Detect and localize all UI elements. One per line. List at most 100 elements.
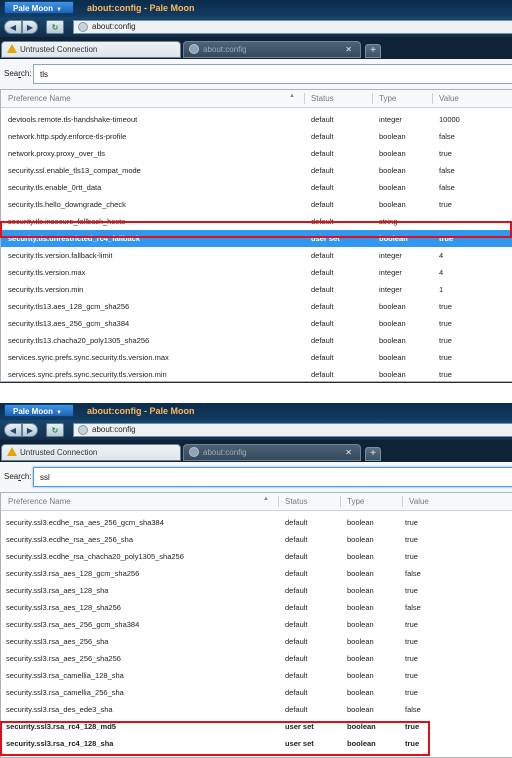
table-row[interactable]: security.ssl.enable_tls13_compat_mode def…	[1, 162, 512, 179]
chevron-down-icon: ▼	[56, 7, 62, 13]
table-row[interactable]: security.ssl3.rsa_camellia_256_sha defaul…	[1, 684, 512, 701]
table-row[interactable]: security.ssl3.rsa_aes_128_gcm_sha256 defa…	[1, 565, 512, 582]
column-header-value[interactable]: Value	[439, 94, 459, 103]
cell-status: default	[285, 620, 308, 629]
column-header-value[interactable]: Value	[409, 497, 429, 506]
table-row[interactable]: services.sync.prefs.sync.security.tls.ve…	[1, 349, 512, 366]
tab-label: Untrusted Connection	[20, 45, 98, 54]
cell-name: security.ssl3.rsa_rc4_128_md5	[6, 722, 116, 731]
cell-name: security.ssl3.rsa_rc4_128_sha	[6, 739, 114, 748]
table-row[interactable]: security.ssl3.rsa_rc4_128_md5 user set boo…	[1, 718, 512, 735]
tab-about-config[interactable]: about:config ✕	[183, 444, 361, 461]
column-header-name[interactable]: Preference Name	[8, 94, 71, 103]
cell-value: 1	[439, 285, 444, 294]
column-divider	[340, 496, 341, 507]
url-bar[interactable]: about:config	[73, 423, 512, 437]
table-row[interactable]: security.ssl3.rsa_aes_256_sha default bool…	[1, 633, 512, 650]
cell-type: boolean	[347, 518, 374, 527]
table-row[interactable]: security.tls13.chacha20_poly1305_sha256 d…	[1, 332, 512, 349]
cell-type: integer	[379, 251, 402, 260]
new-tab-button[interactable]: +	[365, 44, 381, 58]
search-label: Search:	[4, 69, 32, 78]
cell-type: boolean	[347, 603, 374, 612]
table-row[interactable]: security.tls.enable_0rtt_data default bool…	[1, 179, 512, 196]
back-button[interactable]: ◀	[4, 423, 22, 437]
table-header: Preference Name ▲ Status Type Value	[1, 493, 512, 511]
table-row[interactable]: network.http.spdy.enforce-tls-profile def…	[1, 128, 512, 145]
table-row[interactable]: security.tls.insecure_fallback_hosts defa…	[1, 213, 512, 230]
cell-name: services.sync.prefs.sync.security.tls.ve…	[8, 370, 167, 379]
cell-name: security.ssl3.rsa_camellia_128_sha	[6, 671, 124, 680]
close-tab-icon[interactable]: ✕	[345, 445, 352, 461]
tab-strip: Untrusted Connection about:config ✕ +	[0, 37, 512, 59]
tab-strip: Untrusted Connection about:config ✕ +	[0, 440, 512, 462]
cell-value: true	[405, 654, 418, 663]
table-row[interactable]: security.tls13.aes_128_gcm_sha256 default…	[1, 298, 512, 315]
reload-button[interactable]: ↻	[46, 423, 64, 437]
table-row[interactable]: security.ssl3.ecdhe_rsa_aes_256_gcm_sha3…	[1, 514, 512, 531]
table-row[interactable]: security.ssl3.rsa_camellia_128_sha defaul…	[1, 667, 512, 684]
cell-status: default	[285, 518, 308, 527]
cell-type: boolean	[379, 370, 406, 379]
cell-name: security.ssl3.ecdhe_rsa_aes_256_sha	[6, 535, 134, 544]
new-tab-button[interactable]: +	[365, 447, 381, 461]
cell-value: true	[405, 535, 418, 544]
search-input[interactable]	[33, 467, 512, 487]
search-input[interactable]	[33, 64, 512, 84]
warning-icon	[7, 44, 17, 53]
window-title: about:config - Pale Moon	[87, 406, 195, 416]
cell-value: true	[405, 671, 418, 680]
cell-type: boolean	[379, 319, 406, 328]
table-row[interactable]: security.ssl3.rsa_aes_256_sha256 default b…	[1, 650, 512, 667]
table-row[interactable]: services.sync.prefs.sync.security.tls.ve…	[1, 366, 512, 382]
column-header-type[interactable]: Type	[379, 94, 396, 103]
back-button[interactable]: ◀	[4, 20, 22, 34]
column-header-status[interactable]: Status	[285, 497, 308, 506]
cell-type: integer	[379, 268, 402, 277]
cell-value: true	[439, 370, 452, 379]
cell-value: 4	[439, 268, 444, 277]
tab-untrusted-connection[interactable]: Untrusted Connection	[1, 41, 181, 58]
column-header-name[interactable]: Preference Name	[8, 497, 71, 506]
app-menu-button[interactable]: Pale Moon ▼	[4, 404, 74, 417]
app-menu-button[interactable]: Pale Moon ▼	[4, 1, 74, 14]
cell-value: true	[439, 353, 452, 362]
table-row[interactable]: security.tls.hello_downgrade_check defaul…	[1, 196, 512, 213]
table-row[interactable]: security.ssl3.rsa_aes_256_gcm_sha384 defa…	[1, 616, 512, 633]
cell-type: boolean	[379, 183, 406, 192]
forward-button[interactable]: ▶	[22, 20, 38, 34]
cell-name: devtools.remote.tls-handshake-timeout	[8, 115, 138, 124]
table-row[interactable]: security.ssl3.rsa_aes_128_sha default bool…	[1, 582, 512, 599]
cell-status: default	[285, 654, 308, 663]
table-row[interactable]: security.ssl3.ecdhe_rsa_chacha20_poly130…	[1, 548, 512, 565]
cell-type: boolean	[347, 671, 374, 680]
table-row[interactable]: security.tls.version.max default integer 4	[1, 264, 512, 281]
table-row[interactable]: security.tls.version.min default integer 1	[1, 281, 512, 298]
reload-button[interactable]: ↻	[46, 20, 64, 34]
cell-name: security.tls.enable_0rtt_data	[8, 183, 102, 192]
table-row[interactable]: network.proxy.proxy_over_tls default boole…	[1, 145, 512, 162]
table-row[interactable]: security.tls.unrestricted_rc4_fallback us…	[1, 230, 512, 247]
table-row[interactable]: security.ssl3.rsa_rc4_128_sha user set boo…	[1, 735, 512, 752]
globe-icon	[189, 447, 199, 457]
cell-status: default	[311, 302, 334, 311]
table-row[interactable]: security.ssl3.ecdhe_rsa_aes_256_sha defau…	[1, 531, 512, 548]
tab-about-config[interactable]: about:config ✕	[183, 41, 361, 58]
cell-type: boolean	[379, 166, 406, 175]
table-row[interactable]: security.tls.version.fallback-limit defau…	[1, 247, 512, 264]
url-bar[interactable]: about:config	[73, 20, 512, 34]
forward-button[interactable]: ▶	[22, 423, 38, 437]
page-icon	[78, 425, 88, 435]
table-row[interactable]: security.tls13.aes_256_gcm_sha384 default…	[1, 315, 512, 332]
close-tab-icon[interactable]: ✕	[345, 42, 352, 58]
table-body: devtools.remote.tls-handshake-timeout def…	[1, 108, 512, 382]
cell-name: security.ssl3.rsa_des_ede3_sha	[6, 705, 113, 714]
cell-status: default	[311, 217, 334, 226]
table-row[interactable]: security.ssl3.rsa_aes_128_sha256 default b…	[1, 599, 512, 616]
table-row[interactable]: security.ssl3.rsa_des_ede3_sha default boo…	[1, 701, 512, 718]
column-header-type[interactable]: Type	[347, 497, 364, 506]
table-row[interactable]: devtools.remote.tls-handshake-timeout def…	[1, 111, 512, 128]
title-bar: Pale Moon ▼ about:config - Pale Moon	[0, 0, 512, 17]
column-header-status[interactable]: Status	[311, 94, 334, 103]
tab-untrusted-connection[interactable]: Untrusted Connection	[1, 444, 181, 461]
